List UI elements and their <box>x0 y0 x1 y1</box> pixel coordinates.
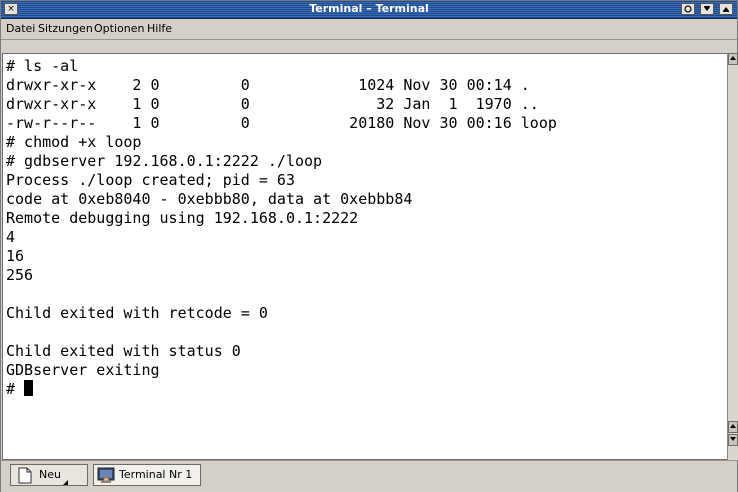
terminal-output[interactable]: # ls -al drwxr-xr-x 2 0 0 1024 Nov 30 00:… <box>6 57 557 399</box>
tab-terminal-1[interactable]: Terminal Nr 1 <box>93 464 201 486</box>
arrow-up-icon <box>730 56 736 60</box>
terminal-line: code at 0xeb8040 - 0xebbb80, data at 0xe… <box>6 190 413 208</box>
new-document-icon <box>18 467 32 484</box>
terminal-icon <box>97 467 115 483</box>
dropdown-corner-icon <box>63 480 68 485</box>
terminal-line: 256 <box>6 266 34 284</box>
menu-hilfe[interactable]: Hilfe <box>147 23 172 35</box>
terminal-line: -rw-r--r-- 1 0 0 20180 Nov 30 00:16 loop <box>6 114 557 132</box>
menu-button[interactable] <box>681 3 695 15</box>
terminal-line: # ls -al <box>6 57 79 75</box>
terminal-area[interactable]: # ls -al drwxr-xr-x 2 0 0 1024 Nov 30 00:… <box>2 53 727 460</box>
chevron-down-icon <box>704 6 710 11</box>
arrow-up-icon <box>730 424 736 428</box>
scroll-down-button[interactable] <box>728 434 738 446</box>
terminal-line: # chmod +x loop <box>6 133 142 151</box>
terminal-line: GDBserver exiting <box>6 361 160 379</box>
terminal-line: drwxr-xr-x 1 0 0 32 Jan 1 1970 .. <box>6 95 539 113</box>
chevron-up-icon <box>723 7 729 12</box>
new-session-button[interactable]: Neu <box>10 464 88 486</box>
vertical-scrollbar[interactable] <box>727 53 738 460</box>
menu-datei[interactable]: Datei <box>6 23 35 35</box>
minimize-button[interactable] <box>700 3 714 15</box>
terminal-line: Process ./loop created; pid = 63 <box>6 171 295 189</box>
menu-optionen[interactable]: Optionen <box>94 23 144 35</box>
terminal-line: Remote debugging using 192.168.0.1:2222 <box>6 209 359 227</box>
arrow-down-icon <box>730 437 736 441</box>
terminal-line: Child exited with retcode = 0 <box>6 304 268 322</box>
new-session-label: Neu <box>39 468 61 481</box>
window-title: Terminal – Terminal <box>309 2 429 15</box>
terminal-line: ​ <box>6 323 557 342</box>
prompt: # <box>6 380 25 398</box>
menu-bar: Datei Sitzungen Optionen Hilfe <box>1 19 737 40</box>
title-bar[interactable]: × Terminal – Terminal <box>1 1 737 19</box>
text-cursor <box>24 380 34 396</box>
terminal-line: # gdbserver 192.168.0.1:2222 ./loop <box>6 152 323 170</box>
scroll-up-button-lower[interactable] <box>728 421 738 433</box>
maximize-button[interactable] <box>719 3 733 15</box>
circle-icon <box>684 5 692 13</box>
terminal-line: 16 <box>6 247 25 265</box>
menu-sitzungen[interactable]: Sitzungen <box>38 23 93 35</box>
terminal-line: ​ <box>6 285 557 304</box>
tab-terminal-1-label: Terminal Nr 1 <box>119 468 193 481</box>
terminal-line: drwxr-xr-x 2 0 0 1024 Nov 30 00:14 . <box>6 76 530 94</box>
session-tab-bar: Neu Terminal Nr 1 <box>1 460 737 492</box>
terminal-window: × Terminal – Terminal Datei Sitzungen Op… <box>0 0 738 492</box>
scroll-up-button[interactable] <box>728 53 738 65</box>
terminal-line: Child exited with status 0 <box>6 342 241 360</box>
prompt-line: # <box>6 380 557 399</box>
terminal-line: 4 <box>6 228 16 246</box>
